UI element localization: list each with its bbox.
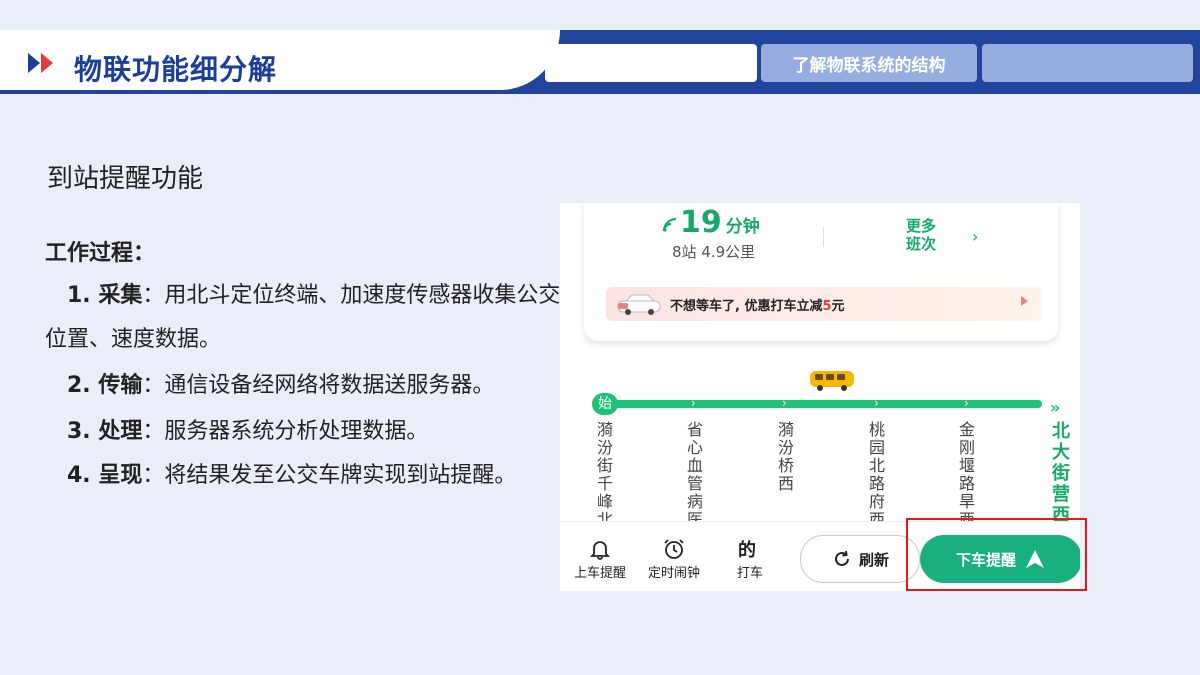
promo-suffix: 元 [831,299,845,314]
step-collect: 1. 采集：用北斗定位终端、加速度传感器收集公交位置、速度数据。 [45,274,565,362]
signal-icon [662,217,677,232]
refresh-label: 刷新 [858,550,889,569]
title-arrows-icon [28,53,54,73]
route-start-badge: 始 [592,393,618,415]
eta-number: 19 [680,205,722,240]
bus-icon [810,371,854,391]
destination-stop[interactable]: 北大街营西 [1050,421,1072,526]
divider [823,227,824,247]
promo-amount: 5 [822,299,832,314]
play-arrow-icon [1021,296,1028,306]
step-transmit: 2. 传输：通信设备经网络将数据送服务器。 [45,364,565,408]
taxi-label: 打车 [736,566,763,581]
tab-3[interactable] [982,44,1193,82]
step-present: 4. 呈现：将结果发至公交车牌实现到站提醒。 [45,454,565,498]
stop-name[interactable]: 漪汾桥西 [775,421,797,493]
svg-text:的: 的 [738,539,756,560]
bell-icon [589,541,611,560]
step-text: ：通信设备经网络将数据送服务器。 [142,373,495,398]
step-text: ：服务器系统分析处理数据。 [142,419,429,444]
distance-text: 8站 4.9公里 [672,243,756,261]
stop-name[interactable]: 桃园北路府西 [866,421,888,529]
more-line1: 更多 [906,217,937,235]
step-text: ：将结果发至公交车牌实现到站提醒。 [142,463,517,488]
alarm-button[interactable]: 定时闹钟 [648,538,700,581]
taxi-icon: 的 [738,539,756,560]
stop-name[interactable]: 省心血管病医 [684,421,706,529]
more-trips-button[interactable]: 更多 班次 [906,217,936,253]
step-label: 3. 处理 [67,419,143,444]
eta-card: 19 分钟 8站 4.9公里 更多 班次 › 不想等车了, 优惠打车立减5元 [584,203,1058,341]
route-line [604,400,1042,408]
alarm-clock-icon [664,539,684,559]
process-label: 工作过程： [45,241,156,266]
step-process: 3. 处理：服务器系统分析处理数据。 [45,410,565,454]
stop-name[interactable]: 漪汾街千峰北 [594,421,616,529]
board-alert-label: 上车提醒 [574,566,627,581]
route-chevron-icon: › [964,396,969,410]
step-label: 2. 传输 [67,373,143,398]
step-label: 1. 采集 [67,283,143,308]
eta-unit: 分钟 [725,217,760,237]
stop-name[interactable]: 金刚堰路旱西 [956,421,978,529]
eta-minutes: 19 分钟 [680,205,760,240]
chevron-right-icon: › [972,227,979,246]
more-line2: 班次 [906,235,937,253]
promo-text: 不想等车了, 优惠打车立减5元 [670,295,845,314]
car-icon [617,294,661,315]
tab-1[interactable] [545,44,757,82]
page-title: 物联功能细分解 [74,53,278,86]
tab-structure[interactable]: 了解物联系统的结构 [761,44,977,82]
taxi-promo-banner[interactable]: 不想等车了, 优惠打车立减5元 [606,287,1042,321]
section-title: 到站提醒功能 [47,164,204,194]
route-chevron-icon: › [874,396,879,410]
highlight-box [906,518,1087,591]
route-chevron-icon: › [782,396,787,410]
alarm-label: 定时闹钟 [648,566,701,581]
refresh-icon [835,550,849,566]
taxi-button[interactable]: 的 打车 [736,538,764,581]
header-bar: 物联功能细分解 了解物联系统的结构 [0,0,1200,96]
board-alert-button[interactable]: 上车提醒 [574,538,626,581]
step-label: 4. 呈现 [67,463,143,488]
promo-prefix: 不想等车了, 优惠打车立减 [670,299,823,314]
refresh-button[interactable]: 刷新 [800,535,920,583]
double-chevron-right-icon: » [1050,398,1061,417]
route-chevron-icon: › [691,396,696,410]
